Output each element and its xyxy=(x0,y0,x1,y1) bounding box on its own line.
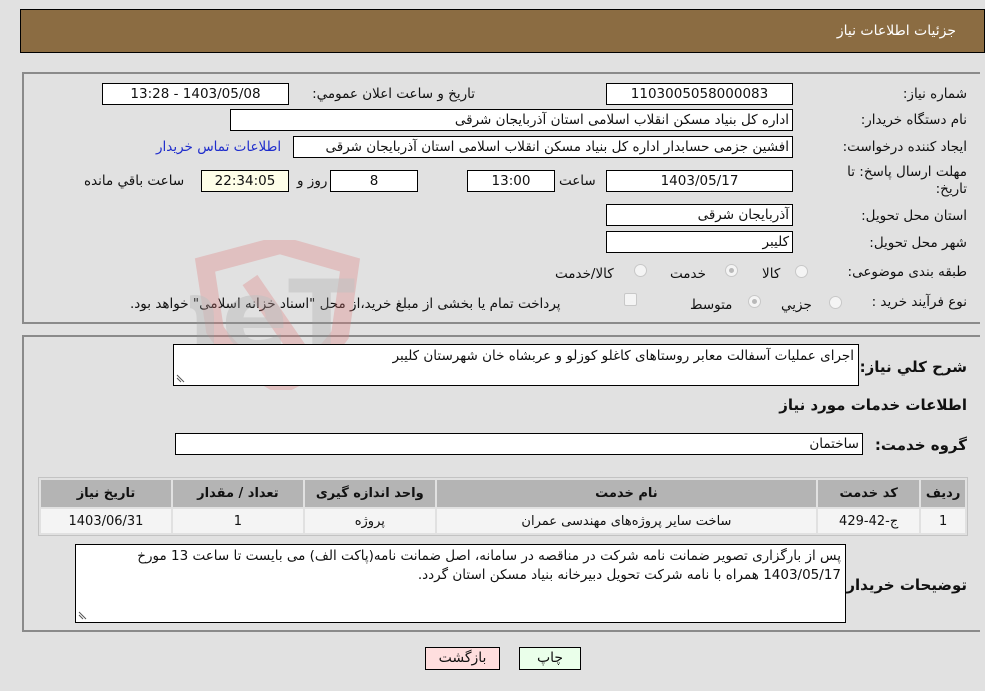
buyer-notes-label: توضیحات خریدار: xyxy=(840,576,967,594)
col-need-date: تاریخ نیاز xyxy=(41,480,171,507)
purchase-type-label: نوع فرآیند خرید : xyxy=(871,294,967,310)
purchase-option-minor: جزيي xyxy=(781,297,812,313)
category-radio-service[interactable] xyxy=(725,264,738,277)
deadline-label-line1: مهلت ارسال پاسخ: تا xyxy=(847,164,967,180)
resize-grip-icon[interactable] xyxy=(78,611,87,620)
buyer-notes-line2: 1403/05/17 همراه با نامه شرکت تحویل دبیر… xyxy=(417,567,841,583)
city-label: شهر محل تحویل: xyxy=(869,235,967,251)
cell-quantity: 1 xyxy=(172,509,303,533)
need-number-field: 1103005058000083 xyxy=(606,83,793,105)
deadline-time-label: ساعت xyxy=(559,173,596,189)
table-row: 1 ج-42-429 ساخت سایر پروژه‌های مهندسی عم… xyxy=(41,509,965,533)
buyer-contact-link[interactable]: اطلاعات تماس خریدار xyxy=(156,139,281,155)
treasury-checkbox[interactable] xyxy=(624,293,637,306)
category-radio-goods[interactable] xyxy=(795,265,808,278)
cell-unit: پروژه xyxy=(304,509,435,533)
buyer-org-label: نام دستگاه خريدار: xyxy=(860,112,967,128)
col-row-number: ردیف xyxy=(921,480,965,507)
days-label: روز و xyxy=(297,173,328,189)
print-button[interactable]: چاپ xyxy=(519,647,581,670)
cell-service-name: ساخت سایر پروژه‌های مهندسی عمران xyxy=(436,509,817,533)
deadline-label-line2: تاریخ: xyxy=(935,181,967,197)
description-text: اجرای عملیات آسفالت معابر روستاهای کاغلو… xyxy=(392,348,854,364)
category-radio-goods-service[interactable] xyxy=(634,264,647,277)
category-option-goods: کالا xyxy=(762,266,781,282)
description-textarea[interactable]: اجرای عملیات آسفالت معابر روستاهای کاغلو… xyxy=(173,344,859,386)
service-group-field: ساختمان xyxy=(175,433,863,455)
back-button[interactable]: بازگشت xyxy=(425,647,500,670)
table-header-row: ردیف کد خدمت نام خدمت واحد اندازه گیری ت… xyxy=(41,480,965,507)
buyer-notes-textarea[interactable]: پس از بارگزاری تصویر ضمانت نامه شرکت در … xyxy=(75,544,846,623)
category-option-goods-service: کالا/خدمت xyxy=(555,266,614,282)
city-field: کلیبر xyxy=(606,231,793,253)
category-option-service: خدمت xyxy=(670,266,706,282)
province-field: آذربایجان شرقی xyxy=(606,204,793,226)
buyer-notes-line1: پس از بارگزاری تصویر ضمانت نامه شرکت در … xyxy=(137,548,841,564)
treasury-note: پرداخت تمام یا بخشی از مبلغ خرید،از محل … xyxy=(130,296,561,312)
resize-grip-icon[interactable] xyxy=(176,374,185,383)
need-number-label: شماره نیاز: xyxy=(902,86,967,102)
cell-service-code: ج-42-429 xyxy=(818,509,920,533)
col-unit: واحد اندازه گیری xyxy=(304,480,435,507)
page-title: جزئیات اطلاعات نیاز xyxy=(836,23,956,39)
deadline-time-field: 13:00 xyxy=(467,170,555,192)
remaining-days-field: 8 xyxy=(330,170,418,192)
cell-row-number: 1 xyxy=(921,509,965,533)
service-group-label: گروه خدمت: xyxy=(874,436,967,454)
purchase-radio-minor[interactable] xyxy=(829,296,842,309)
announce-datetime-field: 1403/05/08 - 13:28 xyxy=(102,83,289,105)
buyer-org-field: اداره کل بنیاد مسکن انقلاب اسلامی استان … xyxy=(230,109,793,131)
purchase-radio-medium[interactable] xyxy=(748,295,761,308)
requester-label: ایجاد کننده درخواست: xyxy=(842,139,967,155)
requester-field: افشین جزمی حسابدار اداره کل بنیاد مسکن ا… xyxy=(293,136,793,158)
purchase-option-medium: متوسط xyxy=(690,297,733,313)
remaining-time-field: 22:34:05 xyxy=(201,170,289,192)
page-header: جزئیات اطلاعات نیاز xyxy=(20,9,985,53)
deadline-date-field: 1403/05/17 xyxy=(606,170,793,192)
category-label: طبقه بندی موضوعی: xyxy=(847,264,967,280)
description-label: شرح کلي نياز: xyxy=(859,358,967,376)
announce-datetime-label: تاریخ و ساعت اعلان عمومي: xyxy=(312,86,475,102)
province-label: استان محل تحویل: xyxy=(861,208,967,224)
col-service-code: کد خدمت xyxy=(818,480,920,507)
remaining-time-label: ساعت باقي مانده xyxy=(84,173,185,189)
col-quantity: تعداد / مقدار xyxy=(172,480,303,507)
col-service-name: نام خدمت xyxy=(436,480,817,507)
services-heading: اطلاعات خدمات مورد نیاز xyxy=(779,396,967,414)
cell-need-date: 1403/06/31 xyxy=(41,509,171,533)
services-table: ردیف کد خدمت نام خدمت واحد اندازه گیری ت… xyxy=(38,477,968,536)
